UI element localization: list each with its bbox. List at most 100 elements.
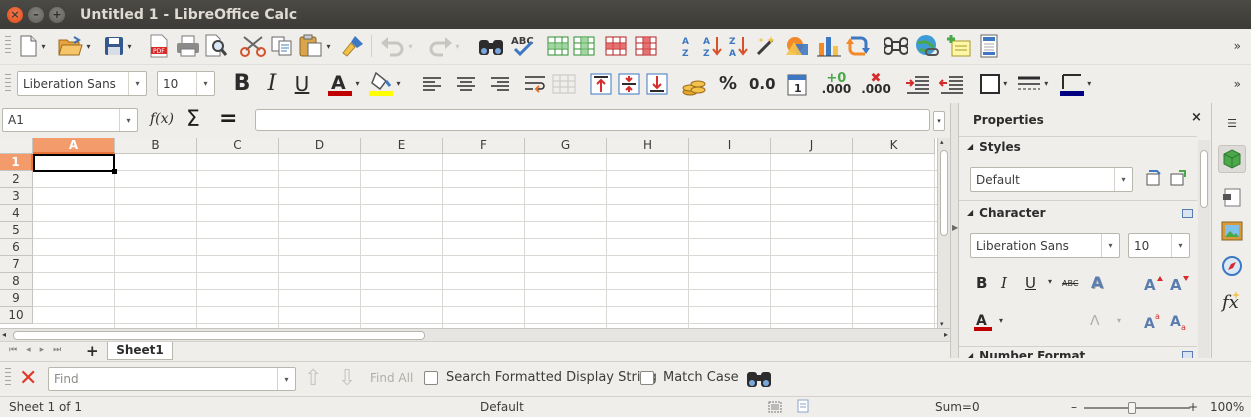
next-sheet-icon[interactable]: ▸ — [40, 345, 45, 355]
last-sheet-icon[interactable]: ⏭ — [53, 345, 61, 355]
chevron-down-icon[interactable]: ▾ — [1101, 234, 1119, 257]
deck-functions-button[interactable]: fx — [1218, 287, 1246, 315]
toolbar-grip[interactable] — [5, 36, 11, 56]
sum-button[interactable]: Σ — [186, 107, 200, 132]
zoom-in-button[interactable]: + — [1188, 400, 1198, 414]
align-left-button[interactable] — [421, 71, 443, 97]
find-input[interactable]: Find ▾ — [48, 367, 296, 391]
zoom-slider-knob[interactable] — [1128, 402, 1136, 414]
column-header-f[interactable]: F — [443, 138, 525, 154]
toolbar-overflow-button[interactable]: » — [1234, 77, 1241, 91]
sidebar-underline-button[interactable]: U — [1025, 274, 1036, 292]
horizontal-scroll-thumb[interactable] — [13, 331, 425, 340]
sidebar-font-name-combo[interactable]: Liberation Sans ▾ — [970, 233, 1120, 258]
spelling-button[interactable]: ABC — [510, 33, 536, 59]
sidebar-menu-button[interactable]: ☰ — [1218, 109, 1246, 137]
horizontal-scrollbar[interactable]: ◂ ▸ — [0, 328, 950, 341]
prev-sheet-icon[interactable]: ◂ — [26, 345, 31, 355]
increase-indent-button[interactable] — [905, 71, 931, 97]
save-button[interactable] — [103, 33, 125, 59]
wrap-text-button[interactable] — [523, 71, 547, 97]
font-color-button[interactable]: A — [327, 71, 353, 97]
chevron-down-icon[interactable]: ▾ — [277, 368, 295, 390]
spacing-dropdown[interactable]: ▾ — [1117, 316, 1121, 325]
border-color-button[interactable] — [1059, 71, 1085, 97]
find-replace-dialog-button[interactable] — [746, 367, 772, 392]
autofilter-button[interactable] — [754, 33, 778, 59]
cell-cursor[interactable] — [33, 154, 115, 172]
column-header-d[interactable]: D — [279, 138, 361, 154]
sort-descending-button[interactable]: ZA — [728, 33, 750, 59]
save-dropdown[interactable]: ▾ — [125, 33, 134, 59]
scroll-right-icon[interactable]: ▸ — [944, 330, 948, 339]
sidebar-scroll-thumb[interactable] — [1200, 150, 1208, 208]
row-header-6[interactable]: 6 — [0, 239, 33, 256]
toolbar-overflow-button[interactable]: » — [1234, 39, 1241, 53]
zoom-out-button[interactable]: – — [1071, 400, 1077, 414]
column-header-g[interactable]: G — [525, 138, 607, 154]
bold-button[interactable]: B — [231, 71, 253, 97]
new-style-button[interactable] — [1145, 169, 1163, 190]
match-case-checkbox[interactable] — [640, 371, 654, 385]
border-style-button[interactable] — [1016, 71, 1042, 97]
scroll-down-icon[interactable]: ▾ — [940, 320, 944, 328]
delete-row-button[interactable] — [604, 33, 628, 59]
row-header-7[interactable]: 7 — [0, 256, 33, 273]
export-pdf-button[interactable]: PDF — [148, 33, 170, 59]
expand-formula-bar-button[interactable]: ▾ — [933, 111, 945, 131]
increase-font-button[interactable]: A — [1143, 273, 1163, 296]
underline-dropdown[interactable]: ▾ — [1048, 277, 1052, 286]
italic-button[interactable]: I — [261, 71, 283, 97]
sidebar-scrollbar[interactable] — [1198, 140, 1210, 358]
cut-button[interactable] — [240, 33, 266, 59]
decrease-font-button[interactable]: A — [1169, 273, 1189, 296]
search-formatted-checkbox[interactable] — [424, 371, 438, 385]
update-style-button[interactable] — [1169, 169, 1187, 190]
formula-button[interactable]: = — [219, 106, 237, 131]
toolbar-grip[interactable] — [5, 368, 11, 388]
font-name-combo[interactable]: Liberation Sans ▾ — [17, 71, 147, 96]
scroll-left-icon[interactable]: ◂ — [2, 330, 6, 339]
undo-dropdown[interactable]: ▾ — [406, 33, 415, 59]
image-button[interactable] — [784, 33, 810, 59]
window-minimize-button[interactable]: – — [28, 6, 44, 23]
find-replace-button[interactable] — [478, 33, 504, 59]
align-top-button[interactable] — [589, 71, 613, 97]
sum-indicator[interactable]: Sum=0 — [935, 400, 980, 414]
chevron-down-icon[interactable]: ▾ — [1114, 168, 1132, 191]
headers-footers-button[interactable] — [978, 33, 1000, 59]
name-box[interactable]: A1 ▾ — [2, 108, 138, 132]
column-header-i[interactable]: I — [689, 138, 771, 154]
cell-area[interactable] — [33, 154, 937, 328]
delete-decimal-button[interactable]: ✖ .000 — [861, 71, 891, 97]
autofill-handle[interactable] — [112, 169, 117, 174]
row-header-4[interactable]: 4 — [0, 205, 33, 222]
chevron-down-icon[interactable]: ▾ — [119, 109, 137, 131]
sort-ascending-button[interactable]: AZ — [702, 33, 724, 59]
borders-dropdown[interactable]: ▾ — [1001, 71, 1010, 97]
undo-button[interactable] — [380, 33, 406, 59]
column-header-b[interactable]: B — [115, 138, 197, 154]
decrease-indent-button[interactable] — [938, 71, 965, 97]
superscript-button[interactable]: Aa — [1143, 311, 1163, 334]
row-header-9[interactable]: 9 — [0, 290, 33, 307]
add-sheet-button[interactable]: + — [86, 342, 99, 360]
underline-button[interactable]: U — [291, 71, 313, 97]
spreadsheet-grid[interactable]: ABCDEFGHIJK 1 2 3 4 5 6 7 8 9 10 — [0, 138, 937, 328]
column-button[interactable] — [572, 33, 596, 59]
merge-cells-button[interactable] — [551, 71, 577, 97]
toolbar-grip[interactable] — [5, 73, 11, 94]
add-decimal-button[interactable]: +0 .000 — [822, 71, 852, 97]
window-maximize-button[interactable]: + — [49, 6, 65, 23]
row-header-10[interactable]: 10 — [0, 307, 33, 324]
comment-button[interactable] — [946, 33, 972, 59]
percent-button[interactable]: % — [717, 71, 739, 97]
subscript-button[interactable]: Aa — [1169, 311, 1189, 334]
first-sheet-icon[interactable]: ⏮ — [9, 345, 17, 355]
cell-style-combo[interactable]: Default ▾ — [970, 167, 1133, 192]
open-button[interactable] — [58, 33, 84, 59]
copy-button[interactable] — [270, 33, 294, 59]
deck-properties-button[interactable] — [1218, 145, 1246, 173]
vertical-scrollbar[interactable]: ▴ ▾ — [937, 138, 950, 328]
sidebar-font-size-combo[interactable]: 10 ▾ — [1128, 233, 1190, 258]
